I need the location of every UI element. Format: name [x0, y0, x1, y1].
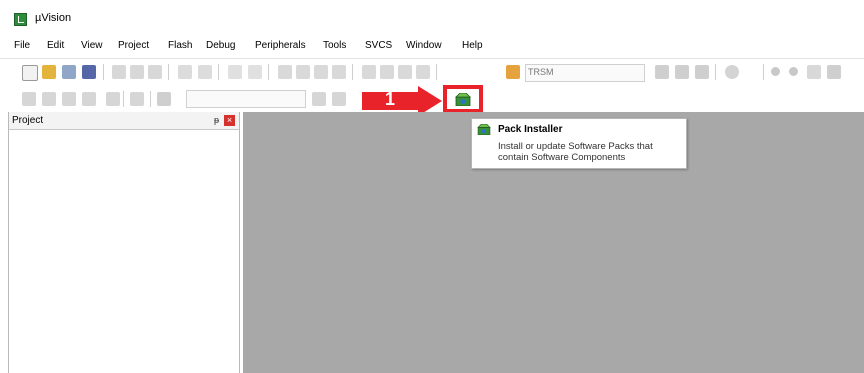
menu-tools[interactable]: Tools: [323, 40, 346, 51]
incremental-find-icon[interactable]: [655, 65, 669, 79]
navigate-back-icon[interactable]: [228, 65, 242, 79]
pack-installer-tooltip: Pack Installer Install or update Softwar…: [471, 118, 687, 169]
comment-icon[interactable]: [398, 65, 412, 79]
manage-rte-icon[interactable]: [332, 92, 346, 106]
menu-project[interactable]: Project: [118, 40, 149, 51]
breakpoint-icon[interactable]: [695, 65, 709, 79]
menu-bar: File Edit View Project Flash Debug Perip…: [0, 37, 864, 55]
uvision-app-icon: [14, 13, 27, 26]
menu-file[interactable]: File: [14, 40, 30, 51]
select-packs-icon[interactable]: [312, 92, 326, 106]
undo-icon[interactable]: [178, 65, 192, 79]
toolbar-separator: [123, 91, 124, 107]
pin-icon[interactable]: ᵽ: [214, 115, 219, 125]
tooltip-title: Pack Installer: [498, 124, 563, 135]
menu-view[interactable]: View: [81, 40, 103, 51]
toolbar-separator: [763, 64, 764, 80]
toolbar-separator: [715, 64, 716, 80]
toolbar-separator: [436, 64, 437, 80]
prev-bookmark-icon[interactable]: [296, 65, 310, 79]
disable-breakpoint-icon[interactable]: [789, 67, 798, 76]
magnifier-icon[interactable]: [725, 65, 739, 79]
bookmark-icon[interactable]: [278, 65, 292, 79]
open-folder-icon[interactable]: [42, 65, 56, 79]
window-title: µVision: [35, 12, 72, 24]
save-all-icon[interactable]: [82, 65, 96, 79]
target-options-icon[interactable]: [130, 92, 144, 106]
debug-session-icon[interactable]: [675, 65, 689, 79]
toolbar-separator: [218, 64, 219, 80]
project-panel-title: Project: [12, 115, 44, 126]
pack-installer-icon: [477, 124, 491, 135]
kill-breakpoints-icon[interactable]: [807, 65, 821, 79]
batch-build-icon[interactable]: [82, 92, 96, 106]
cut-icon[interactable]: [112, 65, 126, 79]
translate-icon[interactable]: [22, 92, 36, 106]
paste-icon[interactable]: [148, 65, 162, 79]
uncomment-icon[interactable]: [416, 65, 430, 79]
menu-help[interactable]: Help: [462, 40, 483, 51]
pack-installer-icon[interactable]: [455, 93, 471, 106]
toolbar-separator: [150, 91, 151, 107]
target-select-combo[interactable]: [186, 90, 306, 108]
menu-debug[interactable]: Debug: [206, 40, 235, 51]
manage-project-items-icon[interactable]: [157, 92, 171, 106]
close-icon[interactable]: ×: [224, 115, 235, 126]
toolbar-separator: [103, 64, 104, 80]
menu-flash[interactable]: Flash: [168, 40, 192, 51]
title-bar: µVision: [0, 0, 864, 36]
unindent-icon[interactable]: [380, 65, 394, 79]
project-panel: Project ᵽ ×: [8, 112, 240, 373]
configure-icon[interactable]: [827, 65, 841, 79]
find-in-files-icon[interactable]: [506, 65, 520, 79]
step-number-label: 1: [385, 89, 396, 109]
menu-peripherals[interactable]: Peripherals: [255, 40, 306, 51]
project-panel-header: Project ᵽ ×: [9, 112, 239, 130]
navigate-forward-icon[interactable]: [248, 65, 262, 79]
menu-window[interactable]: Window: [406, 40, 442, 51]
indent-icon[interactable]: [362, 65, 376, 79]
menu-edit[interactable]: Edit: [47, 40, 64, 51]
toolbar-separator: [168, 64, 169, 80]
redo-icon[interactable]: [198, 65, 212, 79]
clear-bookmarks-icon[interactable]: [332, 65, 346, 79]
file-toolbar: TRSM: [0, 58, 864, 87]
toolbar-separator: [352, 64, 353, 80]
tooltip-description: Install or update Software Packs that co…: [498, 141, 653, 163]
rebuild-icon[interactable]: [62, 92, 76, 106]
target-combo-value: TRSM: [528, 67, 554, 77]
new-file-icon[interactable]: [22, 65, 38, 81]
save-icon[interactable]: [62, 65, 76, 79]
build-icon[interactable]: [42, 92, 56, 106]
menu-svcs[interactable]: SVCS: [365, 40, 392, 51]
download-icon[interactable]: [106, 92, 120, 106]
toolbar-separator: [268, 64, 269, 80]
next-bookmark-icon[interactable]: [314, 65, 328, 79]
copy-icon[interactable]: [130, 65, 144, 79]
enable-breakpoint-icon[interactable]: [771, 67, 780, 76]
